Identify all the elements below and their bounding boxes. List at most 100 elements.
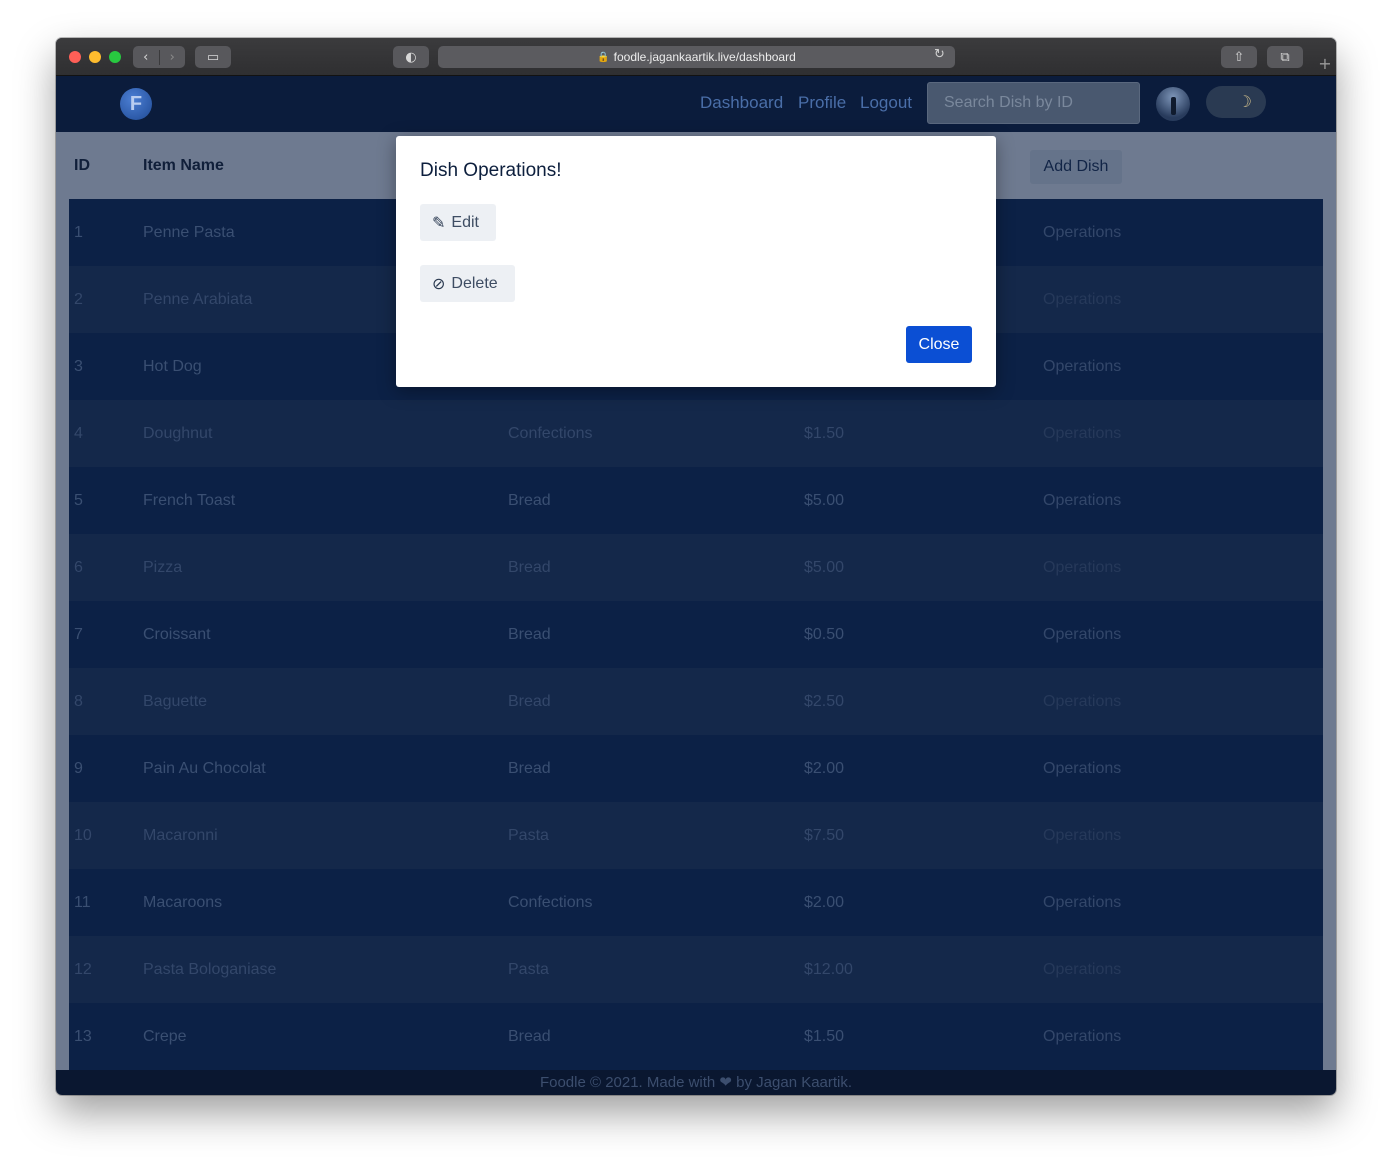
row-category: Confections <box>508 425 593 442</box>
table-row: 9 Pain Au Chocolat Bread $2.00 Operations <box>69 735 1323 802</box>
row-price: $7.50 <box>804 827 845 844</box>
operations-button[interactable]: Operations <box>1043 425 1121 443</box>
footer: Foodle © 2021. Made with ❤ by Jagan Kaar… <box>56 1070 1336 1095</box>
table-row: 4 Doughnut Confections $1.50 Operations <box>69 400 1323 467</box>
operations-button[interactable]: Operations <box>1043 626 1121 644</box>
row-id: 6 <box>74 559 83 576</box>
row-id: 2 <box>74 291 83 308</box>
close-button[interactable]: Close <box>906 326 972 363</box>
row-category: Bread <box>508 626 551 643</box>
browser-toolbar: ‹ › ▭ ◐ 🔒 foodle.jagankaartik.live/dashb… <box>56 38 1336 76</box>
row-id: 10 <box>74 827 92 844</box>
row-item-name: French Toast <box>143 492 236 509</box>
row-price: $12.00 <box>804 961 853 978</box>
row-category: Pasta <box>508 961 549 978</box>
row-item-name: Macaronni <box>143 827 218 844</box>
minimize-window-button[interactable] <box>89 51 101 63</box>
row-category: Pasta <box>508 827 549 844</box>
page: F Dashboard Profile Logout ☽ ID Item Nam… <box>56 76 1336 1095</box>
row-item-name: Macaroons <box>143 894 223 911</box>
row-price: $5.00 <box>804 559 845 576</box>
row-item-name: Baguette <box>143 693 208 710</box>
moon-icon: ☽ <box>1237 92 1252 111</box>
lock-icon: 🔒 <box>597 51 610 63</box>
top-navbar: F Dashboard Profile Logout ☽ <box>56 76 1336 132</box>
operations-button[interactable]: Operations <box>1043 1028 1121 1046</box>
row-category: Bread <box>508 492 551 509</box>
table-row: 12 Pasta Bologaniase Pasta $12.00 Operations <box>69 936 1323 1003</box>
operations-button[interactable]: Operations <box>1043 894 1121 912</box>
row-id: 9 <box>74 760 83 777</box>
theme-toggle[interactable]: ☽ <box>1206 86 1266 118</box>
row-id: 13 <box>74 1028 92 1045</box>
operations-button[interactable]: Operations <box>1043 559 1121 577</box>
nav-link-profile[interactable]: Profile <box>798 93 846 113</box>
row-item-name: Doughnut <box>143 425 213 442</box>
privacy-shield-icon[interactable]: ◐ <box>393 46 429 68</box>
dish-operations-modal: Dish Operations! ✎ Edit ⊘ Delete Close <box>396 136 996 387</box>
row-price: $0.50 <box>804 626 845 643</box>
sidebar-icon[interactable]: ▭ <box>195 46 231 68</box>
row-id: 8 <box>74 693 83 710</box>
table-row: 8 Baguette Bread $2.50 Operations <box>69 668 1323 735</box>
nav-link-dashboard[interactable]: Dashboard <box>700 93 783 113</box>
delete-label: Delete <box>451 274 498 292</box>
row-id: 4 <box>74 425 83 442</box>
row-price: $2.00 <box>804 760 845 777</box>
operations-button[interactable]: Operations <box>1043 224 1121 242</box>
close-window-button[interactable] <box>69 51 81 63</box>
operations-button[interactable]: Operations <box>1043 492 1121 510</box>
tabs-overview-icon[interactable]: ⧉ <box>1267 46 1303 68</box>
row-price: $2.50 <box>804 693 845 710</box>
avatar[interactable] <box>1156 87 1190 121</box>
zoom-window-button[interactable] <box>109 51 121 63</box>
row-category: Bread <box>508 559 551 576</box>
header-id: ID <box>74 157 90 174</box>
row-id: 12 <box>74 961 92 978</box>
new-tab-icon[interactable]: + <box>1314 54 1336 75</box>
row-price: $1.50 <box>804 1028 845 1045</box>
operations-button[interactable]: Operations <box>1043 827 1121 845</box>
row-price: $2.00 <box>804 894 845 911</box>
forward-icon[interactable]: › <box>158 49 186 65</box>
url-text: foodle.jagankaartik.live/dashboard <box>613 50 796 64</box>
row-category: Bread <box>508 760 551 777</box>
table-row: 11 Macaroons Confections $2.00 Operations <box>69 869 1323 936</box>
share-icon[interactable]: ⇧ <box>1221 46 1257 68</box>
edit-label: Edit <box>451 213 479 231</box>
table-row: 7 Croissant Bread $0.50 Operations <box>69 601 1323 668</box>
row-id: 11 <box>74 894 91 911</box>
row-category: Bread <box>508 1028 551 1045</box>
table-row: 13 Crepe Bread $1.50 Operations <box>69 1003 1323 1070</box>
delete-button[interactable]: ⊘ Delete <box>420 265 515 302</box>
operations-button[interactable]: Operations <box>1043 961 1121 979</box>
browser-window: ‹ › ▭ ◐ 🔒 foodle.jagankaartik.live/dashb… <box>56 38 1336 1095</box>
operations-button[interactable]: Operations <box>1043 291 1121 309</box>
address-bar[interactable]: 🔒 foodle.jagankaartik.live/dashboard <box>438 46 955 68</box>
operations-button[interactable]: Operations <box>1043 693 1121 711</box>
edit-button[interactable]: ✎ Edit <box>420 204 496 241</box>
table-row: 6 Pizza Bread $5.00 Operations <box>69 534 1323 601</box>
operations-button[interactable]: Operations <box>1043 760 1121 778</box>
history-nav: ‹ › <box>133 46 185 68</box>
search-input[interactable] <box>927 82 1140 124</box>
row-id: 3 <box>74 358 83 375</box>
table-row: 5 French Toast Bread $5.00 Operations <box>69 467 1323 534</box>
row-price: $5.00 <box>804 492 845 509</box>
row-item-name: Hot Dog <box>143 358 202 375</box>
modal-title: Dish Operations! <box>420 160 562 181</box>
back-icon[interactable]: ‹ <box>133 50 159 65</box>
operations-button[interactable]: Operations <box>1043 358 1121 376</box>
add-dish-button[interactable]: Add Dish <box>1030 150 1122 184</box>
row-item-name: Pain Au Chocolat <box>143 760 266 777</box>
reload-icon[interactable]: ↻ <box>934 47 945 62</box>
nav-link-logout[interactable]: Logout <box>860 93 912 113</box>
edit-icon: ✎ <box>432 213 446 232</box>
row-id: 7 <box>74 626 83 643</box>
row-item-name: Penne Arabiata <box>143 291 253 308</box>
row-id: 5 <box>74 492 83 509</box>
row-category: Bread <box>508 693 551 710</box>
row-item-name: Penne Pasta <box>143 224 235 241</box>
brand-logo[interactable]: F <box>120 88 152 120</box>
row-item-name: Croissant <box>143 626 211 643</box>
